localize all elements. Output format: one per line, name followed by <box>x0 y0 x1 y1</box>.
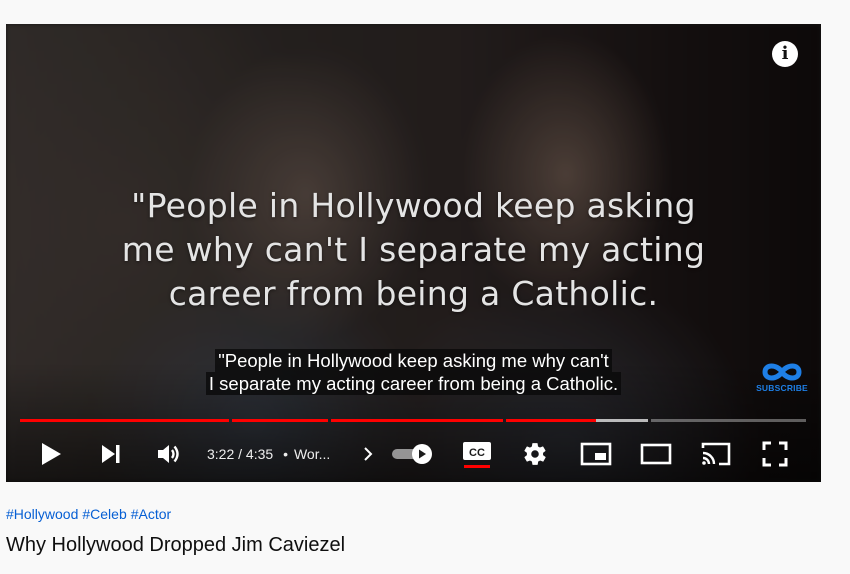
time-separator: / <box>238 446 243 462</box>
cast-icon <box>701 442 731 466</box>
chapter-title[interactable]: Wor... <box>294 446 330 462</box>
next-icon <box>102 445 120 463</box>
chapter-chevron-button[interactable] <box>358 434 378 474</box>
caption-line: "People in Hollywood keep asking me why … <box>215 349 612 372</box>
video-player[interactable]: "People in Hollywood keep asking me why … <box>6 24 821 482</box>
autoplay-toggle[interactable] <box>390 434 436 474</box>
mute-button[interactable] <box>152 434 186 474</box>
fullscreen-button[interactable] <box>758 434 792 474</box>
progress-loaded <box>596 419 648 422</box>
theater-mode-button[interactable] <box>638 434 674 474</box>
video-title: Why Hollywood Dropped Jim Caviezel <box>6 534 346 556</box>
hashtag-link[interactable]: #Actor <box>131 506 171 522</box>
video-overlay-quote: "People in Hollywood keep asking me why … <box>46 184 781 316</box>
subtitles-button[interactable]: CC <box>457 434 497 474</box>
miniplayer-button[interactable] <box>578 434 614 474</box>
overlay-quote-line: career from being a Catholic. <box>168 274 659 313</box>
overlay-quote-line: "People in Hollywood keep asking <box>131 186 696 225</box>
current-time: 3:22 <box>207 446 235 462</box>
duration: 4:35 <box>245 446 274 462</box>
overlay-quote-line: me why can't I separate my acting <box>121 230 706 269</box>
settings-button[interactable] <box>518 434 552 474</box>
progress-played <box>331 419 503 422</box>
caption-line: I separate my acting career from being a… <box>205 372 622 395</box>
player-controls: 3:22 / 4:35 • Wor... CC <box>6 434 821 474</box>
infinity-logo-icon <box>762 363 802 381</box>
info-icon[interactable]: i <box>772 41 798 67</box>
chevron-right-icon <box>364 447 373 461</box>
hashtag-link[interactable]: #Hollywood <box>6 506 78 522</box>
play-icon <box>42 443 61 465</box>
fullscreen-icon <box>762 441 788 467</box>
video-meta: #Hollywood #Celeb #Actor Why Hollywood Dro… <box>6 506 345 558</box>
closed-captions: "People in Hollywood keep asking me why … <box>6 349 821 395</box>
miniplayer-icon <box>580 442 612 466</box>
cast-button[interactable] <box>698 434 734 474</box>
watermark-label: SUBSCRIBE <box>756 383 808 393</box>
volume-icon <box>158 445 179 463</box>
next-button[interactable] <box>94 434 128 474</box>
chapter-dot: • <box>283 446 288 462</box>
hashtag-link[interactable]: #Celeb <box>82 506 126 522</box>
autoplay-toggle-icon <box>392 444 432 464</box>
progress-played <box>20 419 229 422</box>
progress-bar[interactable] <box>20 419 806 422</box>
subtitles-icon: CC <box>463 442 491 468</box>
theater-mode-icon <box>640 443 672 465</box>
hashtag-list: #Hollywood #Celeb #Actor <box>6 506 345 524</box>
channel-watermark[interactable]: SUBSCRIBE <box>754 360 810 393</box>
svg-text:CC: CC <box>469 447 485 459</box>
settings-gear-icon <box>524 443 546 465</box>
progress-played <box>232 419 328 422</box>
time-display: 3:22 / 4:35 • Wor... <box>207 434 330 474</box>
play-button[interactable] <box>34 434 68 474</box>
progress-played <box>506 419 596 422</box>
